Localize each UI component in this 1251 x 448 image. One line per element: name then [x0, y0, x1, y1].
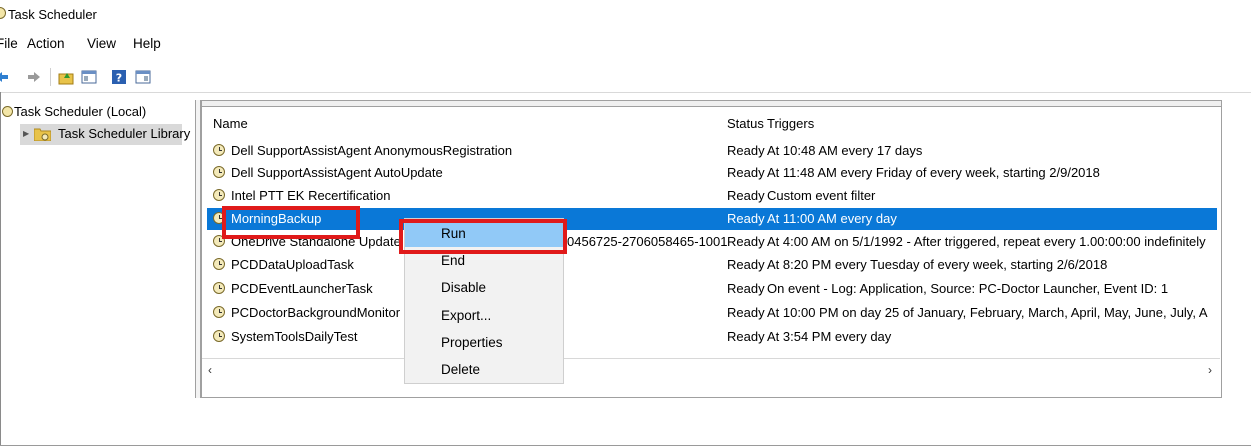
- table-row[interactable]: PCDDataUploadTask Ready At 8:20 PM every…: [207, 254, 1217, 276]
- task-trigger: At 11:48 AM every Friday of every week, …: [767, 165, 1100, 180]
- task-clock-icon: [213, 282, 225, 294]
- task-clock-icon: [213, 166, 225, 178]
- task-trigger: At 10:48 AM every 17 days: [767, 143, 923, 158]
- window-bottom-border: [0, 445, 1251, 446]
- properties-label: Properties: [441, 335, 503, 350]
- task-clock-icon: [213, 330, 225, 342]
- table-row[interactable]: Intel PTT EK Recertification Ready Custo…: [207, 185, 1217, 207]
- task-status: Ready: [727, 188, 765, 203]
- help-icon[interactable]: ?: [111, 69, 127, 85]
- context-menu-properties[interactable]: Properties: [405, 330, 563, 356]
- panel-header-bar: [202, 101, 1221, 107]
- task-clock-icon: [213, 258, 225, 270]
- chevron-right-icon[interactable]: ▶: [23, 129, 29, 138]
- column-header-name[interactable]: Name: [213, 116, 248, 131]
- task-trigger: At 11:00 AM every day: [767, 211, 897, 226]
- task-status: Ready: [727, 281, 765, 296]
- toolbar: ?: [0, 62, 1251, 93]
- tree-item-task-scheduler-library[interactable]: ▶ Task Scheduler Library: [20, 124, 190, 145]
- task-name: OneDrive Standalone Update: [231, 234, 401, 249]
- task-trigger: At 3:54 PM every day: [767, 329, 892, 344]
- context-menu-export[interactable]: Export...: [405, 303, 563, 329]
- task-clock-icon: [213, 189, 225, 201]
- context-menu: Run End Disable Export... Properties Del…: [404, 218, 564, 384]
- scroll-left-icon[interactable]: ‹: [208, 363, 212, 377]
- task-trigger: On event - Log: Application, Source: PC-…: [767, 281, 1169, 296]
- show-hide-action-pane-icon[interactable]: [135, 69, 151, 85]
- task-name: Intel PTT EK Recertification: [231, 188, 391, 203]
- task-clock-icon: [213, 212, 225, 224]
- tree-root-label: Task Scheduler (Local): [14, 104, 147, 119]
- table-row[interactable]: Dell SupportAssistAgent AutoUpdate Ready…: [207, 162, 1217, 184]
- table-row[interactable]: PCDEventLauncherTask Ready On event - Lo…: [207, 278, 1217, 300]
- task-trigger: At 8:20 PM every Tuesday of every week, …: [767, 257, 1108, 272]
- context-menu-end[interactable]: End: [405, 248, 563, 274]
- export-label: Export...: [441, 308, 492, 323]
- task-clock-icon: [213, 306, 225, 318]
- horizontal-scrollbar[interactable]: ‹ ›: [202, 358, 1220, 381]
- back-arrow-icon[interactable]: [0, 69, 10, 85]
- task-status: Ready: [727, 165, 765, 180]
- task-name: Dell SupportAssistAgent AnonymousRegistr…: [231, 143, 513, 158]
- folder-icon: [33, 127, 52, 142]
- delete-label: Delete: [441, 362, 481, 377]
- task-status: Ready: [727, 257, 765, 272]
- end-label: End: [441, 253, 466, 268]
- title-bar: Task Scheduler: [0, 0, 1251, 28]
- task-status: Ready: [727, 329, 765, 344]
- task-clock-icon: [213, 235, 225, 247]
- table-row[interactable]: SystemToolsDailyTest Ready At 3:54 PM ev…: [207, 326, 1217, 348]
- column-header-triggers[interactable]: Triggers: [767, 116, 814, 131]
- task-status: Ready: [727, 305, 765, 320]
- tree-library-label: Task Scheduler Library: [58, 126, 191, 141]
- task-trigger: At 4:00 AM on 5/1/1992 - After triggered…: [767, 234, 1206, 249]
- show-hide-console-tree-icon[interactable]: [81, 69, 97, 85]
- table-row[interactable]: OneDrive Standalone Update 0456725-27060…: [207, 231, 1217, 253]
- table-row-selected[interactable]: MorningBackup Ready At 11:00 AM every da…: [207, 208, 1217, 230]
- task-trigger: Custom event filter: [767, 188, 876, 203]
- menu-file[interactable]: File: [0, 36, 18, 51]
- task-name: Dell SupportAssistAgent AutoUpdate: [231, 165, 443, 180]
- table-row[interactable]: Dell SupportAssistAgent AnonymousRegistr…: [207, 140, 1217, 162]
- task-status: Ready: [727, 234, 765, 249]
- context-menu-disable[interactable]: Disable: [405, 275, 563, 301]
- table-row[interactable]: PCDoctorBackgroundMonitor Ready At 10:00…: [207, 302, 1217, 324]
- menu-view[interactable]: View: [87, 36, 116, 51]
- scroll-right-icon[interactable]: ›: [1208, 363, 1212, 377]
- svg-text:?: ?: [116, 72, 122, 85]
- context-menu-delete[interactable]: Delete: [405, 357, 563, 383]
- menu-action[interactable]: Action: [27, 36, 65, 51]
- forward-arrow-icon[interactable]: [26, 69, 42, 85]
- window-title: Task Scheduler: [8, 7, 97, 22]
- task-status: Ready: [727, 211, 765, 226]
- toolbar-separator: [50, 68, 51, 86]
- disable-label: Disable: [441, 280, 487, 295]
- task-clock-icon: [213, 144, 225, 156]
- up-folder-icon[interactable]: [58, 69, 74, 85]
- task-name-tail: 0456725-2706058465-1001: [567, 234, 727, 249]
- run-label: Run: [441, 226, 466, 241]
- task-scheduler-app-icon: [0, 7, 6, 19]
- context-menu-run[interactable]: Run: [405, 221, 563, 247]
- column-header-status[interactable]: Status: [727, 116, 764, 131]
- task-status: Ready: [727, 143, 765, 158]
- window-left-border: [0, 92, 1, 446]
- task-scheduler-icon: [2, 106, 13, 117]
- menu-help[interactable]: Help: [133, 36, 161, 51]
- task-trigger: At 10:00 PM on day 25 of January, Februa…: [767, 305, 1208, 320]
